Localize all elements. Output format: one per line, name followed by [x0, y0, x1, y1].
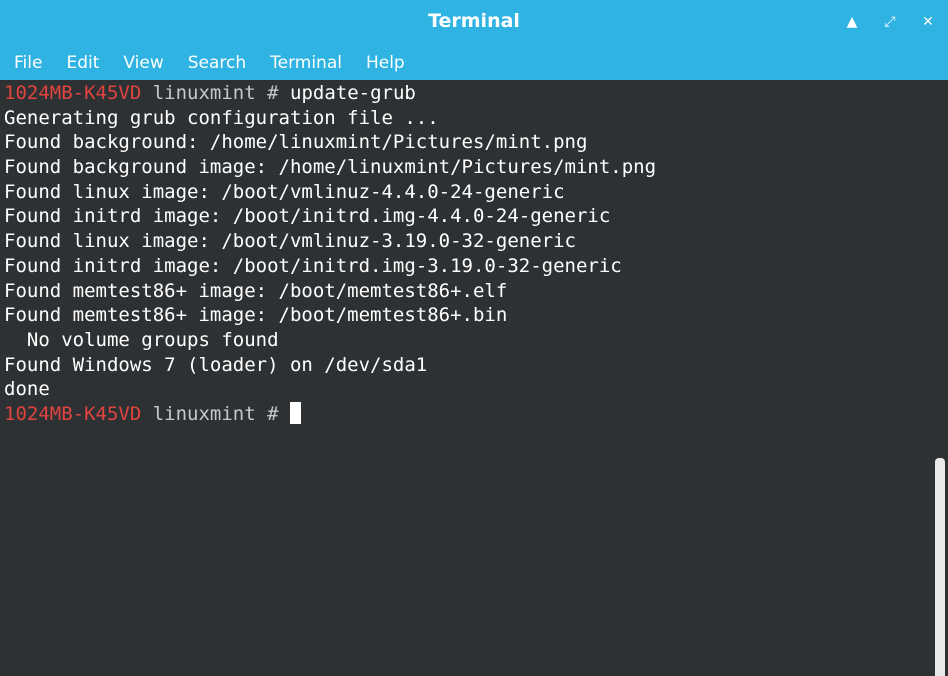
output-line: Generating grub configuration file ... — [4, 106, 439, 129]
minimize-icon[interactable]: ▲ — [842, 12, 862, 32]
menu-edit[interactable]: Edit — [66, 50, 99, 76]
scrollbar-thumb[interactable] — [935, 458, 945, 676]
terminal-window: Terminal ▲ ⤢ ✕ File Edit View Search Ter… — [0, 0, 948, 676]
output-line: Found initrd image: /boot/initrd.img-4.4… — [4, 205, 611, 228]
text-cursor — [290, 401, 301, 424]
maximize-icon[interactable]: ⤢ — [880, 12, 900, 32]
menu-search[interactable]: Search — [188, 50, 246, 76]
window-title: Terminal — [428, 10, 520, 32]
window-controls: ▲ ⤢ ✕ — [842, 12, 938, 32]
menu-help[interactable]: Help — [366, 50, 405, 76]
prompt-host: 1024MB-K45VD — [4, 402, 142, 425]
output-line: done — [4, 378, 50, 401]
title-bar[interactable]: Terminal ▲ ⤢ ✕ File Edit View Search Ter… — [0, 0, 948, 80]
close-icon[interactable]: ✕ — [918, 12, 938, 32]
prompt-host: 1024MB-K45VD — [4, 82, 142, 104]
output-line: Found linux image: /boot/vmlinuz-4.4.0-2… — [4, 180, 565, 203]
output-line: Found background: /home/linuxmint/Pictur… — [4, 131, 588, 154]
prompt-user: linuxmint # — [141, 402, 290, 425]
menu-view[interactable]: View — [123, 50, 163, 76]
output-line: Found initrd image: /boot/initrd.img-3.1… — [4, 254, 622, 277]
menu-bar: File Edit View Search Terminal Help — [0, 50, 429, 76]
prompt-user: linuxmint # — [141, 82, 290, 104]
active-prompt-line[interactable]: 1024MB-K45VD linuxmint # — [0, 401, 932, 427]
terminal-output[interactable]: 1024MB-K45VD linuxmint # update-grub Gen… — [0, 81, 932, 676]
output-line: Found background image: /home/linuxmint/… — [4, 156, 657, 179]
menu-terminal[interactable]: Terminal — [270, 50, 342, 76]
menu-file[interactable]: File — [14, 50, 42, 76]
prompt-line: 1024MB-K45VD linuxmint # update-grub — [0, 81, 932, 106]
output-line: Found memtest86+ image: /boot/memtest86+… — [4, 304, 508, 327]
output-line: Found memtest86+ image: /boot/memtest86+… — [4, 279, 508, 302]
output-line: Found Windows 7 (loader) on /dev/sda1 — [4, 353, 428, 376]
prompt-command: update-grub — [290, 82, 416, 104]
output-line: No volume groups found — [4, 328, 279, 351]
output-line: Found linux image: /boot/vmlinuz-3.19.0-… — [4, 230, 576, 253]
